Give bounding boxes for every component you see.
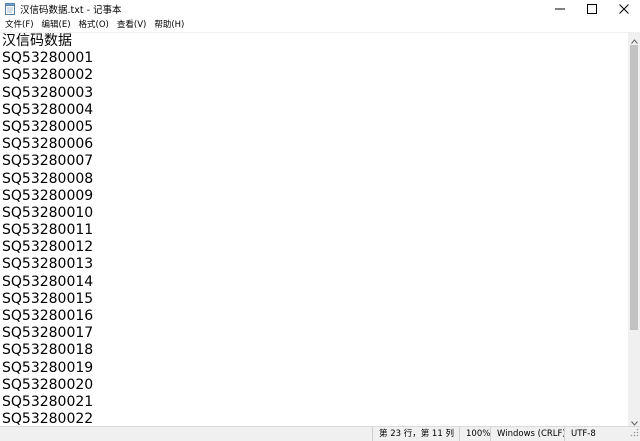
text-line: SQ53280001	[2, 50, 94, 67]
notepad-window: 汉信码数据.txt - 记事本 文件(F) 编辑(E) 格式(O) 查看(V) …	[0, 0, 640, 441]
scroll-up-button[interactable]	[628, 32, 640, 44]
window-title: 汉信码数据.txt - 记事本	[20, 5, 122, 16]
status-bar: 第 23 行，第 11 列 100% Windows (CRLF) UTF-8	[0, 426, 640, 441]
line-ending: Windows (CRLF)	[490, 427, 566, 441]
text-line: SQ53280016	[2, 308, 94, 324]
cursor-position: 第 23 行，第 11 列	[372, 427, 465, 441]
minimize-button[interactable]	[544, 0, 576, 18]
notepad-icon	[5, 3, 16, 15]
menu-file[interactable]: 文件(F)	[1, 18, 38, 32]
scroll-down-button[interactable]	[628, 414, 640, 426]
menu-bar: 文件(F) 编辑(E) 格式(O) 查看(V) 帮助(H)	[0, 18, 640, 32]
maximize-icon	[587, 4, 597, 14]
encoding: UTF-8	[564, 427, 631, 441]
text-lines: 汉信码数据 SQ53280001 SQ53280002 SQ53280003 S…	[2, 33, 93, 427]
text-line: SQ53280018	[2, 342, 94, 359]
menu-help[interactable]: 帮助(H)	[150, 18, 188, 32]
text-line: SQ53280002	[2, 67, 94, 84]
text-line: SQ53280004	[2, 101, 94, 118]
text-line: SQ53280015	[2, 290, 94, 307]
close-button[interactable]	[608, 0, 640, 18]
text-line: SQ53280019	[2, 359, 94, 376]
close-icon	[619, 4, 629, 14]
text-line: SQ53280017	[2, 325, 94, 342]
text-line: SQ53280014	[2, 273, 94, 290]
text-line: SQ53280022	[2, 411, 94, 427]
maximize-button[interactable]	[576, 0, 608, 18]
text-editor-area[interactable]: 汉信码数据 SQ53280001 SQ53280002 SQ53280003 S…	[0, 32, 628, 427]
menu-edit[interactable]: 编辑(E)	[38, 18, 75, 32]
title-bar[interactable]: 汉信码数据.txt - 记事本	[0, 0, 640, 18]
text-line: SQ53280011	[2, 222, 94, 239]
text-line: SQ53280003	[2, 84, 94, 101]
text-line: 汉信码数据	[2, 33, 72, 49]
menu-view[interactable]: 查看(V)	[113, 18, 150, 32]
text-line: SQ53280005	[2, 118, 94, 135]
minimize-icon	[555, 4, 565, 14]
text-line: SQ53280008	[2, 170, 94, 187]
text-line: SQ53280012	[2, 239, 94, 256]
text-line: SQ53280013	[2, 256, 94, 273]
text-line: SQ53280006	[2, 136, 94, 153]
text-line: SQ53280010	[2, 204, 94, 221]
vertical-scrollbar[interactable]	[628, 32, 640, 426]
resize-grip-icon[interactable]	[630, 428, 639, 440]
text-line: SQ53280020	[2, 376, 94, 393]
text-line: SQ53280007	[2, 153, 94, 170]
text-line: SQ53280009	[2, 187, 94, 204]
text-line: SQ53280021	[2, 393, 94, 410]
scrollbar-thumb[interactable]	[630, 45, 638, 330]
menu-format[interactable]: 格式(O)	[75, 18, 113, 32]
window-controls	[544, 0, 640, 18]
